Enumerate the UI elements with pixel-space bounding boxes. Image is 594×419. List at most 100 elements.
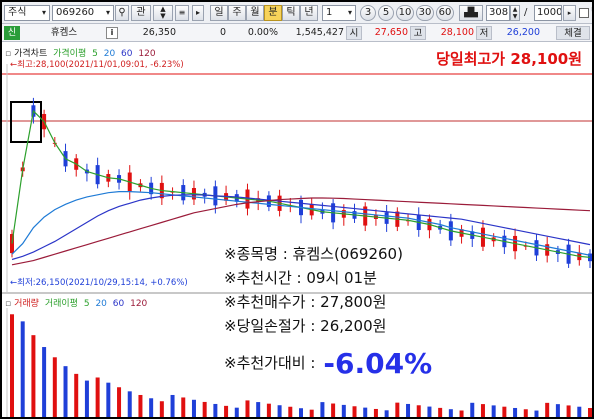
volume-bar <box>363 407 368 417</box>
price-change-pct: 0.00% <box>247 27 278 38</box>
high-price: 28,100 <box>440 27 474 38</box>
volume-bar <box>288 406 293 417</box>
info-recommend-time: ※추천시간 : 09시 01분 <box>224 269 377 287</box>
period-minute-button[interactable]: 분 <box>264 5 282 21</box>
info-stop-loss: ※당일손절가 : 26,200원 <box>224 317 387 335</box>
volume-bar <box>127 391 132 417</box>
period-week-button[interactable]: 주 <box>228 5 246 21</box>
interval-10-label: 10 <box>398 7 412 18</box>
volume-bar <box>577 406 582 417</box>
volume-bar <box>63 366 68 417</box>
volume-bar <box>491 405 496 417</box>
interval-10-button[interactable]: 10 <box>396 5 414 21</box>
interval-60-label: 60 <box>438 7 452 18</box>
quote-bar: 신 휴켐스 i 26,350 0 0.00% 1,545,427 시 27,65… <box>2 24 592 42</box>
volume-bar <box>448 409 453 417</box>
volume-bar <box>395 402 400 417</box>
volume-bar <box>74 373 79 417</box>
page-nav-button[interactable]: ▸ <box>563 5 576 21</box>
volume-bar <box>277 405 282 417</box>
volume-bar <box>341 404 346 417</box>
interval-select[interactable]: 1 ▾ <box>322 5 356 21</box>
count-divider: / <box>524 7 528 18</box>
today-checkbox[interactable] <box>579 8 589 18</box>
high-label: 고 <box>410 26 426 40</box>
count-stepper[interactable]: ▲ ▼ <box>510 5 520 21</box>
volume-bar <box>384 410 389 417</box>
volume-bar <box>31 335 36 417</box>
interval-3-button[interactable]: 3 <box>360 5 376 21</box>
volume-bar <box>138 394 143 417</box>
volume-bar <box>534 410 539 417</box>
volume-bar <box>480 404 485 417</box>
trade-volume: 1,545,427 <box>295 27 344 38</box>
chart-icon: ▟▙ <box>464 8 478 18</box>
menu-icon: ≡ <box>178 8 186 17</box>
volume-bar <box>191 399 196 417</box>
high-price-banner: 당일최고가 28,100원 <box>436 50 582 68</box>
volume-bar <box>170 394 175 417</box>
stepper-icon: ▲ ▼ <box>512 6 518 20</box>
interval-select-value: 1 <box>326 7 333 18</box>
volume-bar <box>256 402 261 417</box>
volume-bar <box>523 409 528 417</box>
volume-bar <box>95 377 100 417</box>
low-price: 26,200 <box>506 27 540 38</box>
credit-badge: 신 <box>4 26 20 40</box>
period-month-button[interactable]: 월 <box>246 5 264 21</box>
volume-bar <box>299 408 303 417</box>
volume-bar <box>213 403 218 417</box>
chevron-right-icon: ▸ <box>195 8 200 17</box>
info-icon[interactable]: i <box>106 27 118 39</box>
count-input-value: 308 <box>489 7 509 18</box>
period-tick-button[interactable]: 틱 <box>282 5 300 21</box>
count-input[interactable]: 308 <box>486 5 510 21</box>
chevron-down-icon: ▾ <box>105 8 110 17</box>
menu-button[interactable]: ≡ <box>175 5 189 21</box>
info-buy-price: ※추천매수가 : 27,800원 <box>224 293 387 311</box>
stock-stepper[interactable]: ▲ ▼ <box>153 5 173 21</box>
chart-type-button[interactable]: ▟▙ <box>459 5 483 21</box>
highlight-box <box>10 101 42 143</box>
open-price: 27,650 <box>374 27 408 38</box>
interval-30-button[interactable]: 30 <box>416 5 434 21</box>
volume-bar <box>545 402 550 417</box>
period-minute-label: 분 <box>268 7 278 18</box>
period-day-button[interactable]: 일 <box>210 5 228 21</box>
volume-bar <box>52 357 57 417</box>
chevron-right-icon: ▸ <box>567 9 572 17</box>
stock-code-value: 069260 <box>56 7 95 18</box>
page-input[interactable]: 1000 <box>534 5 562 21</box>
toolbar: 주식 ▾ 069260 ▾ ⚲ 관 ▲ ▼ ≡ ▸ 일 주 월 분 틱 년 1 ▾ <box>2 2 592 24</box>
expand-button[interactable]: ▸ <box>192 5 204 21</box>
market-select[interactable]: 주식 ▾ <box>4 5 50 21</box>
volume-bar <box>588 408 592 417</box>
interval-5-button[interactable]: 5 <box>378 5 394 21</box>
volume-bar <box>459 410 464 417</box>
info-vs-recommend-value: -6.04% <box>323 346 433 380</box>
recommendation-info: ※종목명 : 휴켐스(069260) ※추천시간 : 09시 01분 ※추천매수… <box>224 242 584 382</box>
volume-bar <box>502 406 507 417</box>
volume-bar <box>106 382 111 417</box>
stock-code-input[interactable]: 069260 ▾ <box>52 5 114 21</box>
volume-bar <box>566 405 571 417</box>
volume-bar <box>149 398 154 417</box>
volume-bar <box>309 409 314 417</box>
volume-bar <box>406 403 411 417</box>
volume-bar <box>159 401 164 417</box>
search-button[interactable]: ⚲ <box>115 5 129 21</box>
low-label: 저 <box>476 26 492 40</box>
trade-tab[interactable]: 체결 <box>556 26 590 40</box>
interval-3-label: 3 <box>364 7 372 18</box>
period-year-button[interactable]: 년 <box>300 5 318 21</box>
interval-60-button[interactable]: 60 <box>436 5 454 21</box>
lookup-button[interactable]: 관 <box>131 5 151 21</box>
period-week-label: 주 <box>232 7 242 18</box>
market-select-value: 주식 <box>8 7 27 18</box>
price-change: 0 <box>219 27 226 38</box>
volume-bar <box>331 403 336 417</box>
info-stock-name: ※종목명 : 휴켐스(069260) <box>224 245 403 263</box>
volume-bar <box>20 321 25 417</box>
volume-bar <box>320 402 325 417</box>
interval-5-label: 5 <box>382 7 390 18</box>
